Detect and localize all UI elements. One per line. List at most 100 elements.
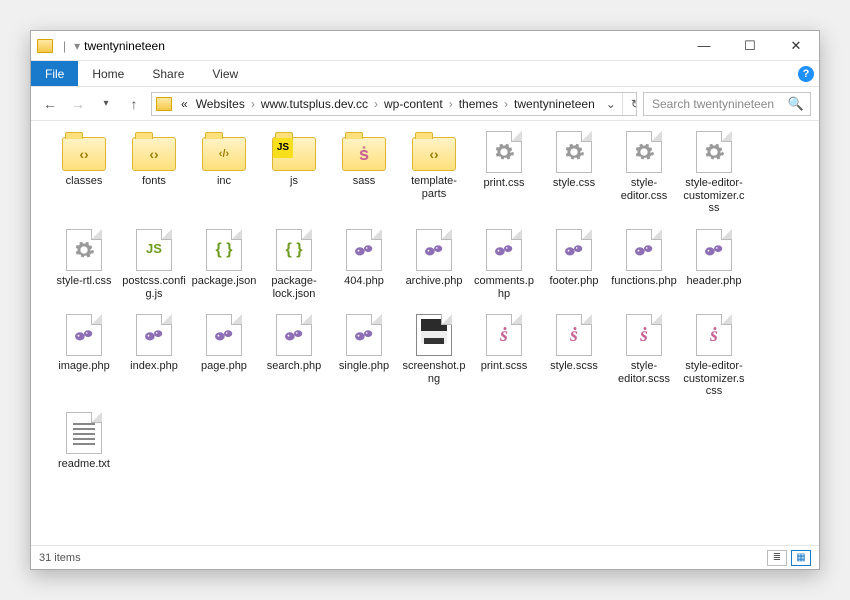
- file-item[interactable]: readme.txt: [51, 412, 117, 471]
- file-item[interactable]: ṡstyle.scss: [541, 314, 607, 398]
- file-item[interactable]: style.css: [541, 131, 607, 215]
- status-item-count: 31 items: [39, 552, 81, 564]
- breadcrumb-seg[interactable]: Websites: [193, 97, 248, 111]
- file-item[interactable]: single.php: [331, 314, 397, 398]
- sassf-file-icon: ṡ: [620, 314, 668, 356]
- file-item[interactable]: style-editor-customizer.css: [681, 131, 747, 215]
- item-label: single.php: [331, 360, 397, 373]
- php-file-icon: [270, 314, 318, 356]
- chevron-right-icon[interactable]: ›: [503, 97, 509, 111]
- file-item[interactable]: ṡprint.scss: [471, 314, 537, 398]
- item-label: style.scss: [541, 360, 607, 373]
- chevron-right-icon[interactable]: ›: [448, 97, 454, 111]
- close-button[interactable]: ✕: [773, 31, 819, 61]
- file-item[interactable]: { }package.json: [191, 229, 257, 300]
- item-label: footer.php: [541, 275, 607, 288]
- view-details-button[interactable]: ≣: [767, 550, 787, 566]
- view-large-icons-button[interactable]: ▦: [791, 550, 811, 566]
- item-label: screenshot.png: [401, 360, 467, 385]
- chevron-right-icon[interactable]: ›: [373, 97, 379, 111]
- txt-file-icon: [60, 412, 108, 454]
- file-item[interactable]: page.php: [191, 314, 257, 398]
- folder-item[interactable]: ‹›classes: [51, 131, 117, 215]
- tab-home[interactable]: Home: [78, 61, 138, 86]
- titlebar-folder-icon: [37, 39, 53, 53]
- sassf-file-icon: ṡ: [690, 314, 738, 356]
- php-file-icon: [620, 229, 668, 271]
- file-item[interactable]: functions.php: [611, 229, 677, 300]
- folder-icon: ‹›: [132, 137, 176, 171]
- file-item[interactable]: style-editor.css: [611, 131, 677, 215]
- item-label: readme.txt: [51, 458, 117, 471]
- item-label: search.php: [261, 360, 327, 373]
- breadcrumb-seg[interactable]: twentynineteen: [511, 97, 598, 111]
- back-button[interactable]: ←: [39, 93, 61, 115]
- folder-item[interactable]: ‹/› inc: [191, 131, 257, 215]
- item-label: inc: [191, 175, 257, 188]
- folder-item[interactable]: JSjs: [261, 131, 327, 215]
- breadcrumb-seg[interactable]: wp-content: [381, 97, 446, 111]
- file-item[interactable]: search.php: [261, 314, 327, 398]
- folder-item[interactable]: ṡsass: [331, 131, 397, 215]
- breadcrumb-seg[interactable]: themes: [456, 97, 501, 111]
- item-label: index.php: [121, 360, 187, 373]
- file-item[interactable]: { }package-lock.json: [261, 229, 327, 300]
- minimize-button[interactable]: —: [681, 31, 727, 61]
- item-label: style-editor.css: [611, 177, 677, 202]
- maximize-button[interactable]: ☐: [727, 31, 773, 61]
- addressbar-folder-icon: [156, 97, 172, 111]
- item-label: image.php: [51, 360, 117, 373]
- tab-view[interactable]: View: [198, 61, 252, 86]
- file-item[interactable]: screenshot.png: [401, 314, 467, 398]
- folder-item[interactable]: ‹›template-parts: [401, 131, 467, 215]
- file-item[interactable]: archive.php: [401, 229, 467, 300]
- file-item[interactable]: JSpostcss.config.js: [121, 229, 187, 300]
- file-item[interactable]: footer.php: [541, 229, 607, 300]
- tab-file[interactable]: File: [31, 61, 78, 86]
- php-file-icon: [690, 229, 738, 271]
- file-item[interactable]: style-rtl.css: [51, 229, 117, 300]
- breadcrumb-prefix: «: [178, 97, 191, 111]
- php-file-icon: [130, 314, 178, 356]
- qat-dropdown-icon[interactable]: ▾: [74, 39, 80, 53]
- file-item[interactable]: ṡ style-editor-customizer.scss: [681, 314, 747, 398]
- folder-icon: ‹/›: [202, 137, 246, 171]
- file-item[interactable]: 404.php: [331, 229, 397, 300]
- item-label: style-editor-customizer.scss: [681, 360, 747, 398]
- file-pane[interactable]: ‹›classes‹›fonts‹/›incJSjsṡsass‹›templat…: [31, 121, 819, 545]
- gear-file-icon: [550, 131, 598, 173]
- ribbon: File Home Share View ?: [31, 61, 819, 87]
- gear-file-icon: [620, 131, 668, 173]
- braces-file-icon: { }: [270, 229, 318, 271]
- titlebar: | ▾ twentynineteen — ☐ ✕: [31, 31, 819, 61]
- file-item[interactable]: image.php: [51, 314, 117, 398]
- search-input[interactable]: [650, 96, 784, 112]
- file-item[interactable]: comments.php: [471, 229, 537, 300]
- window-buttons: — ☐ ✕: [681, 31, 819, 61]
- tab-share[interactable]: Share: [138, 61, 198, 86]
- file-item[interactable]: ṡstyle-editor.scss: [611, 314, 677, 398]
- chevron-right-icon[interactable]: ›: [250, 97, 256, 111]
- up-button[interactable]: ↑: [123, 93, 145, 115]
- refresh-button[interactable]: ↻: [622, 93, 637, 115]
- recent-dropdown[interactable]: ▾: [95, 93, 117, 115]
- folder-item[interactable]: ‹›fonts: [121, 131, 187, 215]
- address-bar[interactable]: « Websites › www.tutsplus.dev.cc › wp-co…: [151, 92, 637, 116]
- address-dropdown-icon[interactable]: ⌄: [600, 97, 622, 111]
- item-label: print.scss: [471, 360, 537, 373]
- php-file-icon: [550, 229, 598, 271]
- forward-button[interactable]: →: [67, 93, 89, 115]
- address-row: ← → ▾ ↑ « Websites › www.tutsplus.dev.cc…: [31, 87, 819, 121]
- php-file-icon: [340, 229, 388, 271]
- explorer-window: | ▾ twentynineteen — ☐ ✕ File Home Share…: [30, 30, 820, 570]
- file-item[interactable]: print.css: [471, 131, 537, 215]
- png-file-icon: [410, 314, 458, 356]
- help-button[interactable]: ?: [793, 61, 819, 86]
- file-item[interactable]: header.php: [681, 229, 747, 300]
- breadcrumb-seg[interactable]: www.tutsplus.dev.cc: [258, 97, 371, 111]
- item-label: functions.php: [611, 275, 677, 288]
- item-label: 404.php: [331, 275, 397, 288]
- file-item[interactable]: index.php: [121, 314, 187, 398]
- search-box[interactable]: 🔍: [643, 92, 811, 116]
- item-label: sass: [331, 175, 397, 188]
